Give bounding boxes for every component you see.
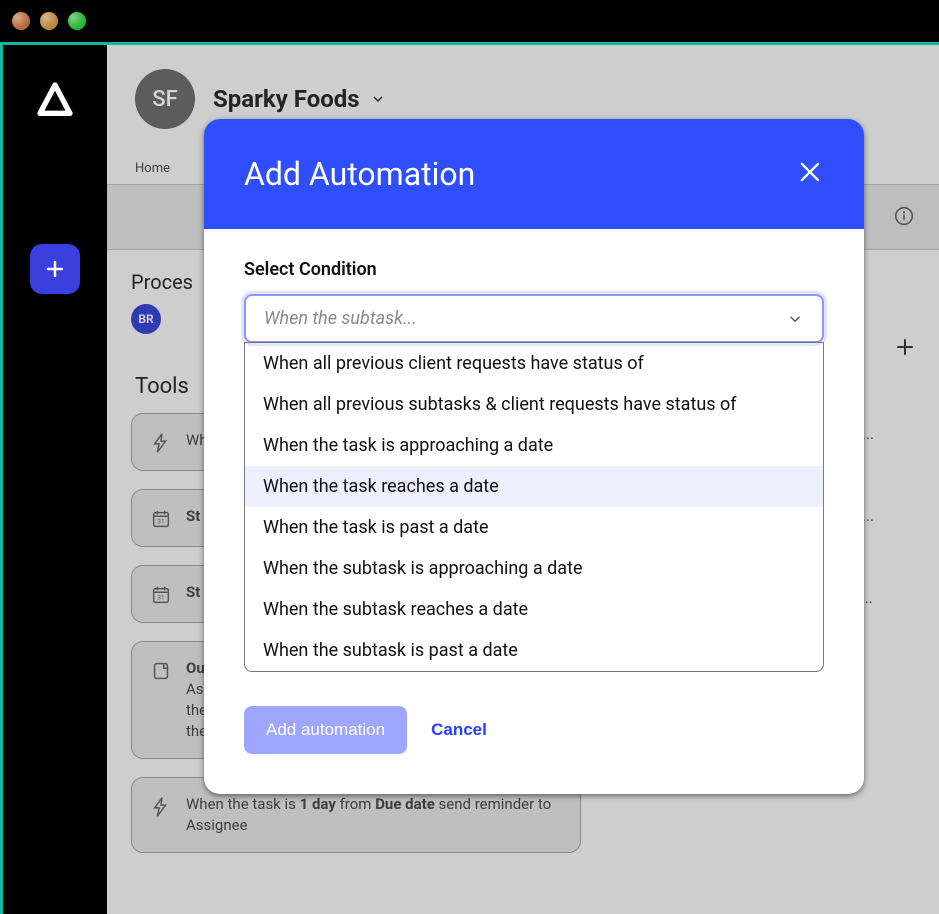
add-column-button[interactable] xyxy=(893,335,917,363)
modal-header: Add Automation xyxy=(204,119,864,229)
condition-option[interactable]: When the subtask reaches a date xyxy=(245,589,823,630)
plus-icon xyxy=(43,257,67,281)
condition-option[interactable]: When the subtask is past a date xyxy=(245,630,823,671)
condition-placeholder: When the subtask... xyxy=(264,308,417,329)
window-titlebar xyxy=(0,0,939,42)
calendar-icon: 31 xyxy=(150,508,172,530)
fullscreen-window-button[interactable] xyxy=(68,12,86,30)
add-automation-modal: Add Automation Select Condition When the… xyxy=(204,119,864,794)
tool-card-text: St xyxy=(186,582,200,603)
page-header: SF Sparky Foods xyxy=(107,45,939,129)
svg-text:31: 31 xyxy=(157,518,164,526)
org-name-label: Sparky Foods xyxy=(213,85,360,113)
info-icon[interactable] xyxy=(893,205,915,227)
modal-close-button[interactable] xyxy=(796,158,824,190)
chevron-down-icon xyxy=(370,91,386,107)
condition-option[interactable]: When the task is approaching a date xyxy=(245,425,823,466)
chevron-down-icon xyxy=(786,310,804,328)
tool-card-text: When the task is 1 day from Due date sen… xyxy=(186,794,562,836)
lightning-icon xyxy=(150,796,172,818)
close-icon xyxy=(796,158,824,186)
condition-option[interactable]: When the subtask is approaching a date xyxy=(245,548,823,589)
close-window-button[interactable] xyxy=(12,12,30,30)
org-avatar: SF xyxy=(135,69,195,129)
cancel-button[interactable]: Cancel xyxy=(431,720,487,740)
new-item-button[interactable] xyxy=(30,244,80,294)
condition-option[interactable]: When the task reaches a date xyxy=(245,466,823,507)
org-switcher[interactable]: Sparky Foods xyxy=(213,85,386,113)
calendar-icon: 31 xyxy=(150,584,172,606)
modal-title: Add Automation xyxy=(244,155,475,193)
condition-option[interactable]: When the task is past a date xyxy=(245,507,823,548)
condition-option[interactable]: When all previous subtasks & client requ… xyxy=(245,384,823,425)
minimize-window-button[interactable] xyxy=(40,12,58,30)
lightning-icon xyxy=(150,432,172,454)
app-logo xyxy=(35,80,75,124)
svg-text:31: 31 xyxy=(157,594,164,602)
app-sidebar xyxy=(3,45,107,914)
condition-select[interactable]: When the subtask... xyxy=(244,294,824,343)
condition-dropdown: When all previous client requests have s… xyxy=(244,342,824,672)
plus-icon xyxy=(893,335,917,359)
condition-option[interactable]: When all previous client requests have s… xyxy=(245,343,823,384)
assignee-avatar[interactable]: BR xyxy=(131,304,161,334)
add-automation-button[interactable]: Add automation xyxy=(244,706,407,754)
process-label: Proces xyxy=(131,270,193,294)
condition-section-label: Select Condition xyxy=(244,259,824,280)
note-icon xyxy=(150,660,172,682)
tool-card-text: St xyxy=(186,506,200,527)
